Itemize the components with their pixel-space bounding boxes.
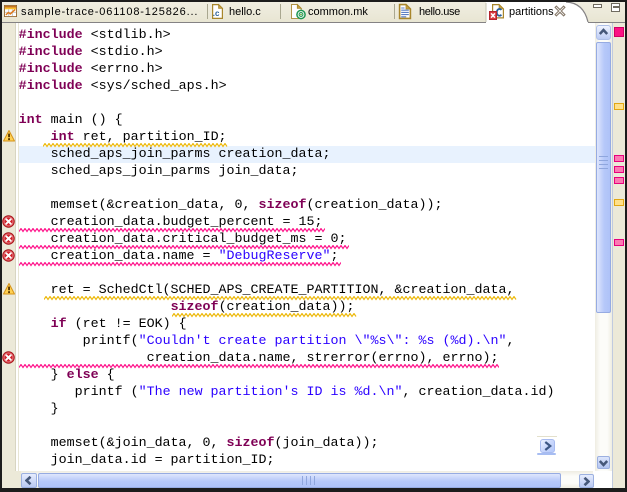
svg-text:.c: .c (213, 9, 220, 18)
